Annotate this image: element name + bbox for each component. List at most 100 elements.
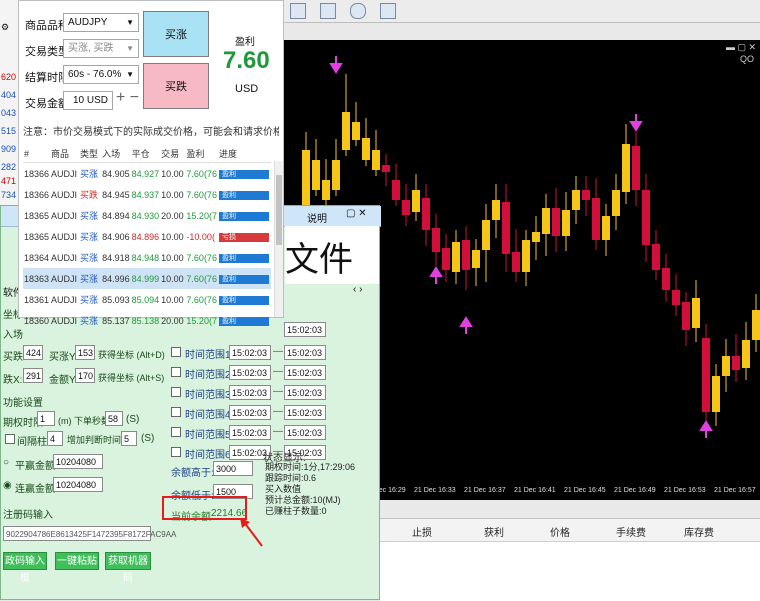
time-from-input[interactable]: 15:02:03 (229, 345, 271, 360)
column-header[interactable]: 入场 (101, 145, 131, 163)
period-input[interactable]: 1 (37, 411, 55, 426)
radio-icon[interactable]: ◉ (3, 480, 12, 491)
time-range-checkbox[interactable] (171, 387, 181, 397)
signal-arrow-icon (699, 420, 713, 438)
time-axis-label: 21 Dec 16:33 (414, 487, 456, 494)
candle-body (692, 298, 700, 328)
radio-icon[interactable]: ○ (3, 457, 9, 468)
chain-win-input[interactable]: 10204080 (53, 477, 103, 492)
col-stoploss[interactable]: 止损 (412, 524, 432, 539)
buy-up-button[interactable]: 买涨 (143, 11, 209, 57)
column-header[interactable]: 进度 (217, 145, 271, 163)
col-commission[interactable]: 手续费 (616, 524, 646, 539)
time-to-input[interactable]: 15:02:03 (284, 385, 326, 400)
buy-down-button[interactable]: 买跌 (143, 63, 209, 109)
chevron-left-right-icon[interactable]: ‹ › (353, 284, 362, 295)
column-header[interactable]: 平仓 (130, 145, 161, 163)
table-row[interactable]: 18365 AUDJI 买涨 84.894 84.930 20.00 15.20(7 盈利 (23, 205, 271, 226)
progress-bar: 盈利 (218, 169, 269, 179)
down-x-input[interactable]: 291 (23, 368, 43, 383)
time-to-input[interactable]: 15:02:03 (284, 345, 326, 360)
candle-body (712, 376, 720, 412)
add-delay-input[interactable]: 5 (121, 431, 137, 446)
time-range-checkbox[interactable] (171, 407, 181, 417)
time-range-checkbox[interactable] (171, 447, 181, 457)
time-range-checkbox[interactable] (171, 427, 181, 437)
time-to-input[interactable]: 15:02:03 (284, 365, 326, 380)
signal-arrow-icon (429, 266, 443, 284)
table-row[interactable]: 18365 AUDJI 买涨 84.906 84.896 10.00 -10.00(亏损 (23, 226, 271, 247)
column-header[interactable]: # (23, 145, 51, 163)
dash-separator: — (273, 426, 283, 437)
chevron-down-icon: ▼ (126, 70, 134, 79)
gear-icon[interactable]: ⚙ (1, 22, 9, 33)
time-top-input[interactable]: 15:02:03 (284, 322, 326, 337)
chart-tool-icon[interactable] (290, 3, 306, 19)
paste-button[interactable]: 一键粘贴 (55, 552, 99, 570)
table-row[interactable]: 18366 AUDJI 买跌 84.945 84.937 10.00 7.60(76 盈利 (23, 184, 271, 205)
price-cell: 404 (1, 90, 17, 100)
table-row[interactable]: 18360 AUDJI 买涨 85.137 85.138 20.00 15.20(7 盈利 (23, 310, 271, 331)
time-to-input[interactable]: 15:02:03 (284, 405, 326, 420)
window-controls[interactable]: ▢ ✕ (346, 208, 367, 219)
time-range-label: 时间范围2 (185, 370, 231, 381)
interval-input[interactable]: 4 (47, 431, 63, 446)
seconds-input[interactable]: 58 (105, 411, 123, 426)
table-row[interactable]: 18366 AUDJI 买涨 84.905 84.927 10.00 7.60(76 盈利 (23, 163, 271, 185)
get-coord-1-button[interactable]: 获得坐标 (Alt+D) (98, 348, 165, 361)
cell-sym: AUDJI (51, 210, 78, 221)
time-from-input[interactable]: 15:02:03 (229, 425, 271, 440)
chart-tool-icon[interactable] (320, 3, 336, 19)
table-row[interactable]: 18363 AUDJI 买涨 84.996 84.999 10.00 7.60(76 盈利 (23, 268, 271, 289)
cell-entry: 84.918 (102, 252, 130, 263)
amount-input[interactable]: 10 USD (63, 91, 113, 110)
balance-high-input[interactable]: 3000 (213, 461, 253, 476)
expiry-select[interactable]: 60s - 76.0% ▼ (63, 65, 139, 84)
col-price[interactable]: 价格 (550, 524, 570, 539)
candle-body (672, 290, 680, 305)
time-range-checkbox[interactable] (171, 367, 181, 377)
amount-stepper[interactable]: + − (116, 89, 139, 107)
cell-profit: 7.60(76 (186, 252, 217, 263)
time-from-input[interactable]: 15:02:03 (229, 405, 271, 420)
candle-body (752, 310, 760, 340)
flat-win-input[interactable]: 10204080 (53, 454, 103, 469)
cell-profit: 7.60(76 (186, 168, 217, 179)
clock-icon[interactable] (350, 3, 366, 19)
trade-type-select[interactable]: 买涨, 买跌 ▼ (63, 39, 139, 58)
col-takeprofit[interactable]: 获利 (484, 524, 504, 539)
template-icon[interactable] (380, 3, 396, 19)
cell-type: 买跌 (80, 190, 99, 200)
candle-body (742, 340, 750, 368)
column-header[interactable]: 交易 (160, 145, 186, 163)
time-from-input[interactable]: 15:02:03 (229, 385, 271, 400)
col-swap[interactable]: 库存费 (684, 524, 714, 539)
orders-scrollbar[interactable] (274, 161, 283, 317)
column-header[interactable]: 类型 (79, 145, 102, 163)
entry-x-input[interactable]: 424 (23, 345, 43, 360)
column-header[interactable]: 盈利 (185, 145, 218, 163)
highlight-box (162, 496, 247, 520)
table-row[interactable]: 18364 AUDJI 买涨 84.918 84.948 10.00 7.60(76 盈利 (23, 247, 271, 268)
cell-type: 买涨 (80, 316, 99, 326)
get-coord-2-button[interactable]: 获得坐标 (Alt+S) (98, 371, 164, 384)
cell-profit: 7.60(76 (186, 189, 217, 200)
time-from-input[interactable]: 15:02:03 (229, 365, 271, 380)
time-to-input[interactable]: 15:02:03 (284, 425, 326, 440)
time-range-checkbox[interactable] (171, 347, 181, 357)
column-header[interactable]: 商品 (50, 145, 80, 163)
symbol-select[interactable]: AUDJPY ▼ (63, 13, 139, 32)
scroll-thumb[interactable] (276, 175, 282, 245)
table-row[interactable]: 18361 AUDJI 买涨 85.093 85.094 10.00 7.60(76 盈利 (23, 289, 271, 310)
reg-input-button[interactable]: 政码输入框 (3, 552, 47, 584)
reg-code-input[interactable]: 9022904786E8613425F1472395F8172FAC9AA (3, 526, 176, 541)
down-y-input[interactable]: 170 (75, 368, 95, 383)
entry-y-input[interactable]: 153 (75, 345, 95, 360)
cell-amt: 10.00 (161, 168, 184, 179)
signal-arrow-icon (629, 114, 643, 132)
chart-window-controls[interactable]: ▬ ▢ ✕ (726, 42, 756, 53)
progress-bar: 盈利 (218, 274, 269, 284)
interval-checkbox[interactable] (5, 434, 15, 444)
cell-id: 18366 (24, 189, 50, 200)
machine-code-button[interactable]: 获取机器码 (105, 552, 151, 584)
